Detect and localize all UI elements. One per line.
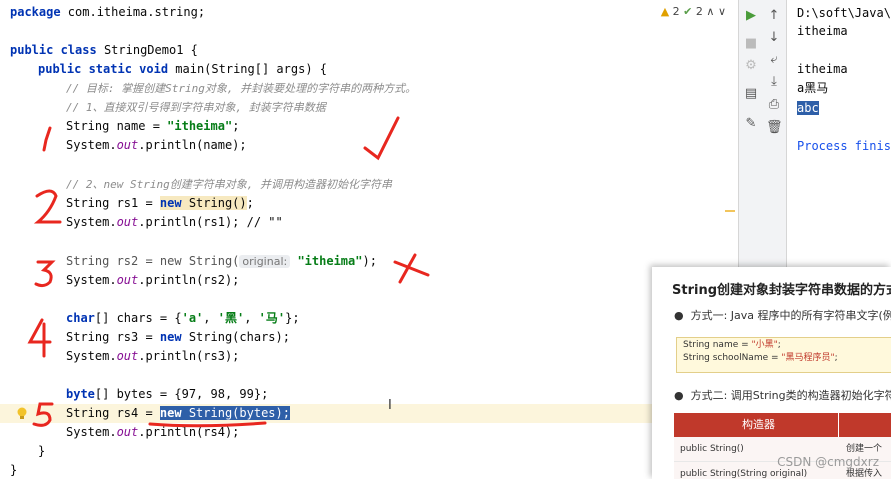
debug-icon[interactable]: ⚙	[743, 58, 759, 74]
slide-code-sample: String name = "小黑"; String schoolName = …	[676, 337, 891, 373]
watermark: CSDN @cmgdxrz	[777, 455, 879, 469]
pin-icon[interactable]: ✎	[743, 116, 759, 132]
soft-wrap-icon[interactable]: ⤶	[766, 52, 782, 68]
arrow-up-icon[interactable]: ↑	[766, 8, 782, 24]
constructor-table: 构造器 public String() 创建一个 public String(S…	[674, 413, 891, 479]
layout-icon[interactable]: ▤	[743, 86, 759, 102]
console-process-line: Process finish	[797, 139, 891, 153]
print-icon[interactable]: ⎙	[766, 97, 782, 113]
scroll-end-icon[interactable]: ⤓	[766, 74, 782, 90]
arrow-down-icon[interactable]: ↓	[766, 30, 782, 46]
console-path: D:\soft\Java\j	[797, 6, 891, 20]
console-line: abc	[797, 101, 819, 115]
stop-icon[interactable]: ■	[743, 36, 759, 52]
console-line: a黑马	[797, 81, 829, 95]
handwritten-annotations	[27, 116, 430, 428]
trash-icon[interactable]: 🗑	[766, 120, 783, 136]
run-icon[interactable]: ▶	[743, 8, 759, 24]
slide-title: String创建对象封装字符串数据的方式	[672, 283, 891, 298]
slide-overlay: String创建对象封装字符串数据的方式 ● 方式一: Java 程序中的所有字…	[652, 267, 891, 479]
slide-bullet-1: ● 方式一: Java 程序中的所有字符串文字(例	[674, 309, 891, 322]
console-line: itheima	[797, 24, 848, 38]
table-header: 构造器	[674, 413, 891, 437]
slide-bullet-2: ● 方式二: 调用String类的构造器初始化字符	[674, 389, 891, 402]
console-line: itheima	[797, 62, 848, 76]
